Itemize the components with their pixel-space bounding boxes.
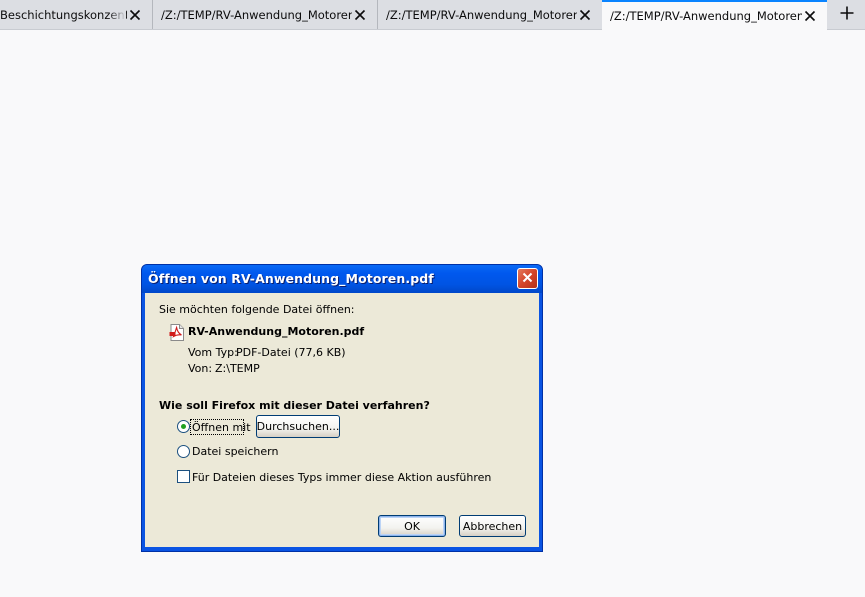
always-do-this-checkbox[interactable] <box>177 470 190 483</box>
pdf-file-icon <box>169 324 185 344</box>
ok-button[interactable]: OK <box>378 515 446 537</box>
tab-3-active[interactable]: /Z:/TEMP/RV-Anwendung_Motoren.pdf <box>602 0 827 30</box>
cancel-button[interactable]: Abbrechen <box>459 515 526 537</box>
plus-icon <box>840 6 854 23</box>
intro-text: Sie möchten folgende Datei öffnen: <box>159 303 355 316</box>
close-icon[interactable] <box>352 7 368 23</box>
close-icon[interactable] <box>127 7 143 23</box>
tab-title: /Z:/TEMP/RV-Anwendung_Motoren.pdf <box>610 9 802 23</box>
tab-title: /Z:/TEMP/RV-Anwendung_Motoren.pdf <box>161 7 352 22</box>
type-value: PDF-Datei (77,6 KB) <box>236 346 346 359</box>
action-question: Wie soll Firefox mit dieser Datei verfah… <box>159 399 430 412</box>
close-icon[interactable] <box>577 7 593 23</box>
close-icon <box>522 272 533 286</box>
tab-strip: Beschichtungskonzentrat /Z:/TEMP/RV-Anwe… <box>0 0 865 30</box>
type-label: Vom Typ: <box>188 346 238 359</box>
file-name: RV-Anwendung_Motoren.pdf <box>188 325 365 338</box>
dialog-close-button[interactable] <box>517 268 538 289</box>
tab-2[interactable]: /Z:/TEMP/RV-Anwendung_Motoren.pdf <box>377 0 602 29</box>
dialog-titlebar[interactable]: Öffnen von RV-Anwendung_Motoren.pdf <box>142 265 542 293</box>
dialog-body: Sie möchten folgende Datei öffnen: RV-An… <box>145 293 539 547</box>
new-tab-button[interactable] <box>829 0 865 29</box>
close-icon[interactable] <box>802 8 818 24</box>
save-file-label[interactable]: Datei speichern <box>192 445 278 458</box>
save-file-radio[interactable] <box>177 445 190 458</box>
from-label: Von: <box>188 362 213 375</box>
browse-button[interactable]: Durchsuchen... <box>256 415 340 438</box>
open-with-label[interactable]: Öffnen mit <box>192 421 251 434</box>
always-do-this-label[interactable]: Für Dateien dieses Typs immer diese Akti… <box>192 471 491 484</box>
tab-1[interactable]: /Z:/TEMP/RV-Anwendung_Motoren.pdf <box>152 0 377 29</box>
tab-title: /Z:/TEMP/RV-Anwendung_Motoren.pdf <box>386 7 577 22</box>
open-file-dialog: Öffnen von RV-Anwendung_Motoren.pdf Sie … <box>141 264 543 552</box>
open-with-radio[interactable] <box>177 420 190 433</box>
tab-fade <box>108 0 126 28</box>
dialog-title: Öffnen von RV-Anwendung_Motoren.pdf <box>148 271 434 286</box>
tab-0[interactable]: Beschichtungskonzentrat <box>0 0 152 29</box>
radio-dot <box>181 424 186 429</box>
from-value: Z:\TEMP <box>215 362 260 375</box>
